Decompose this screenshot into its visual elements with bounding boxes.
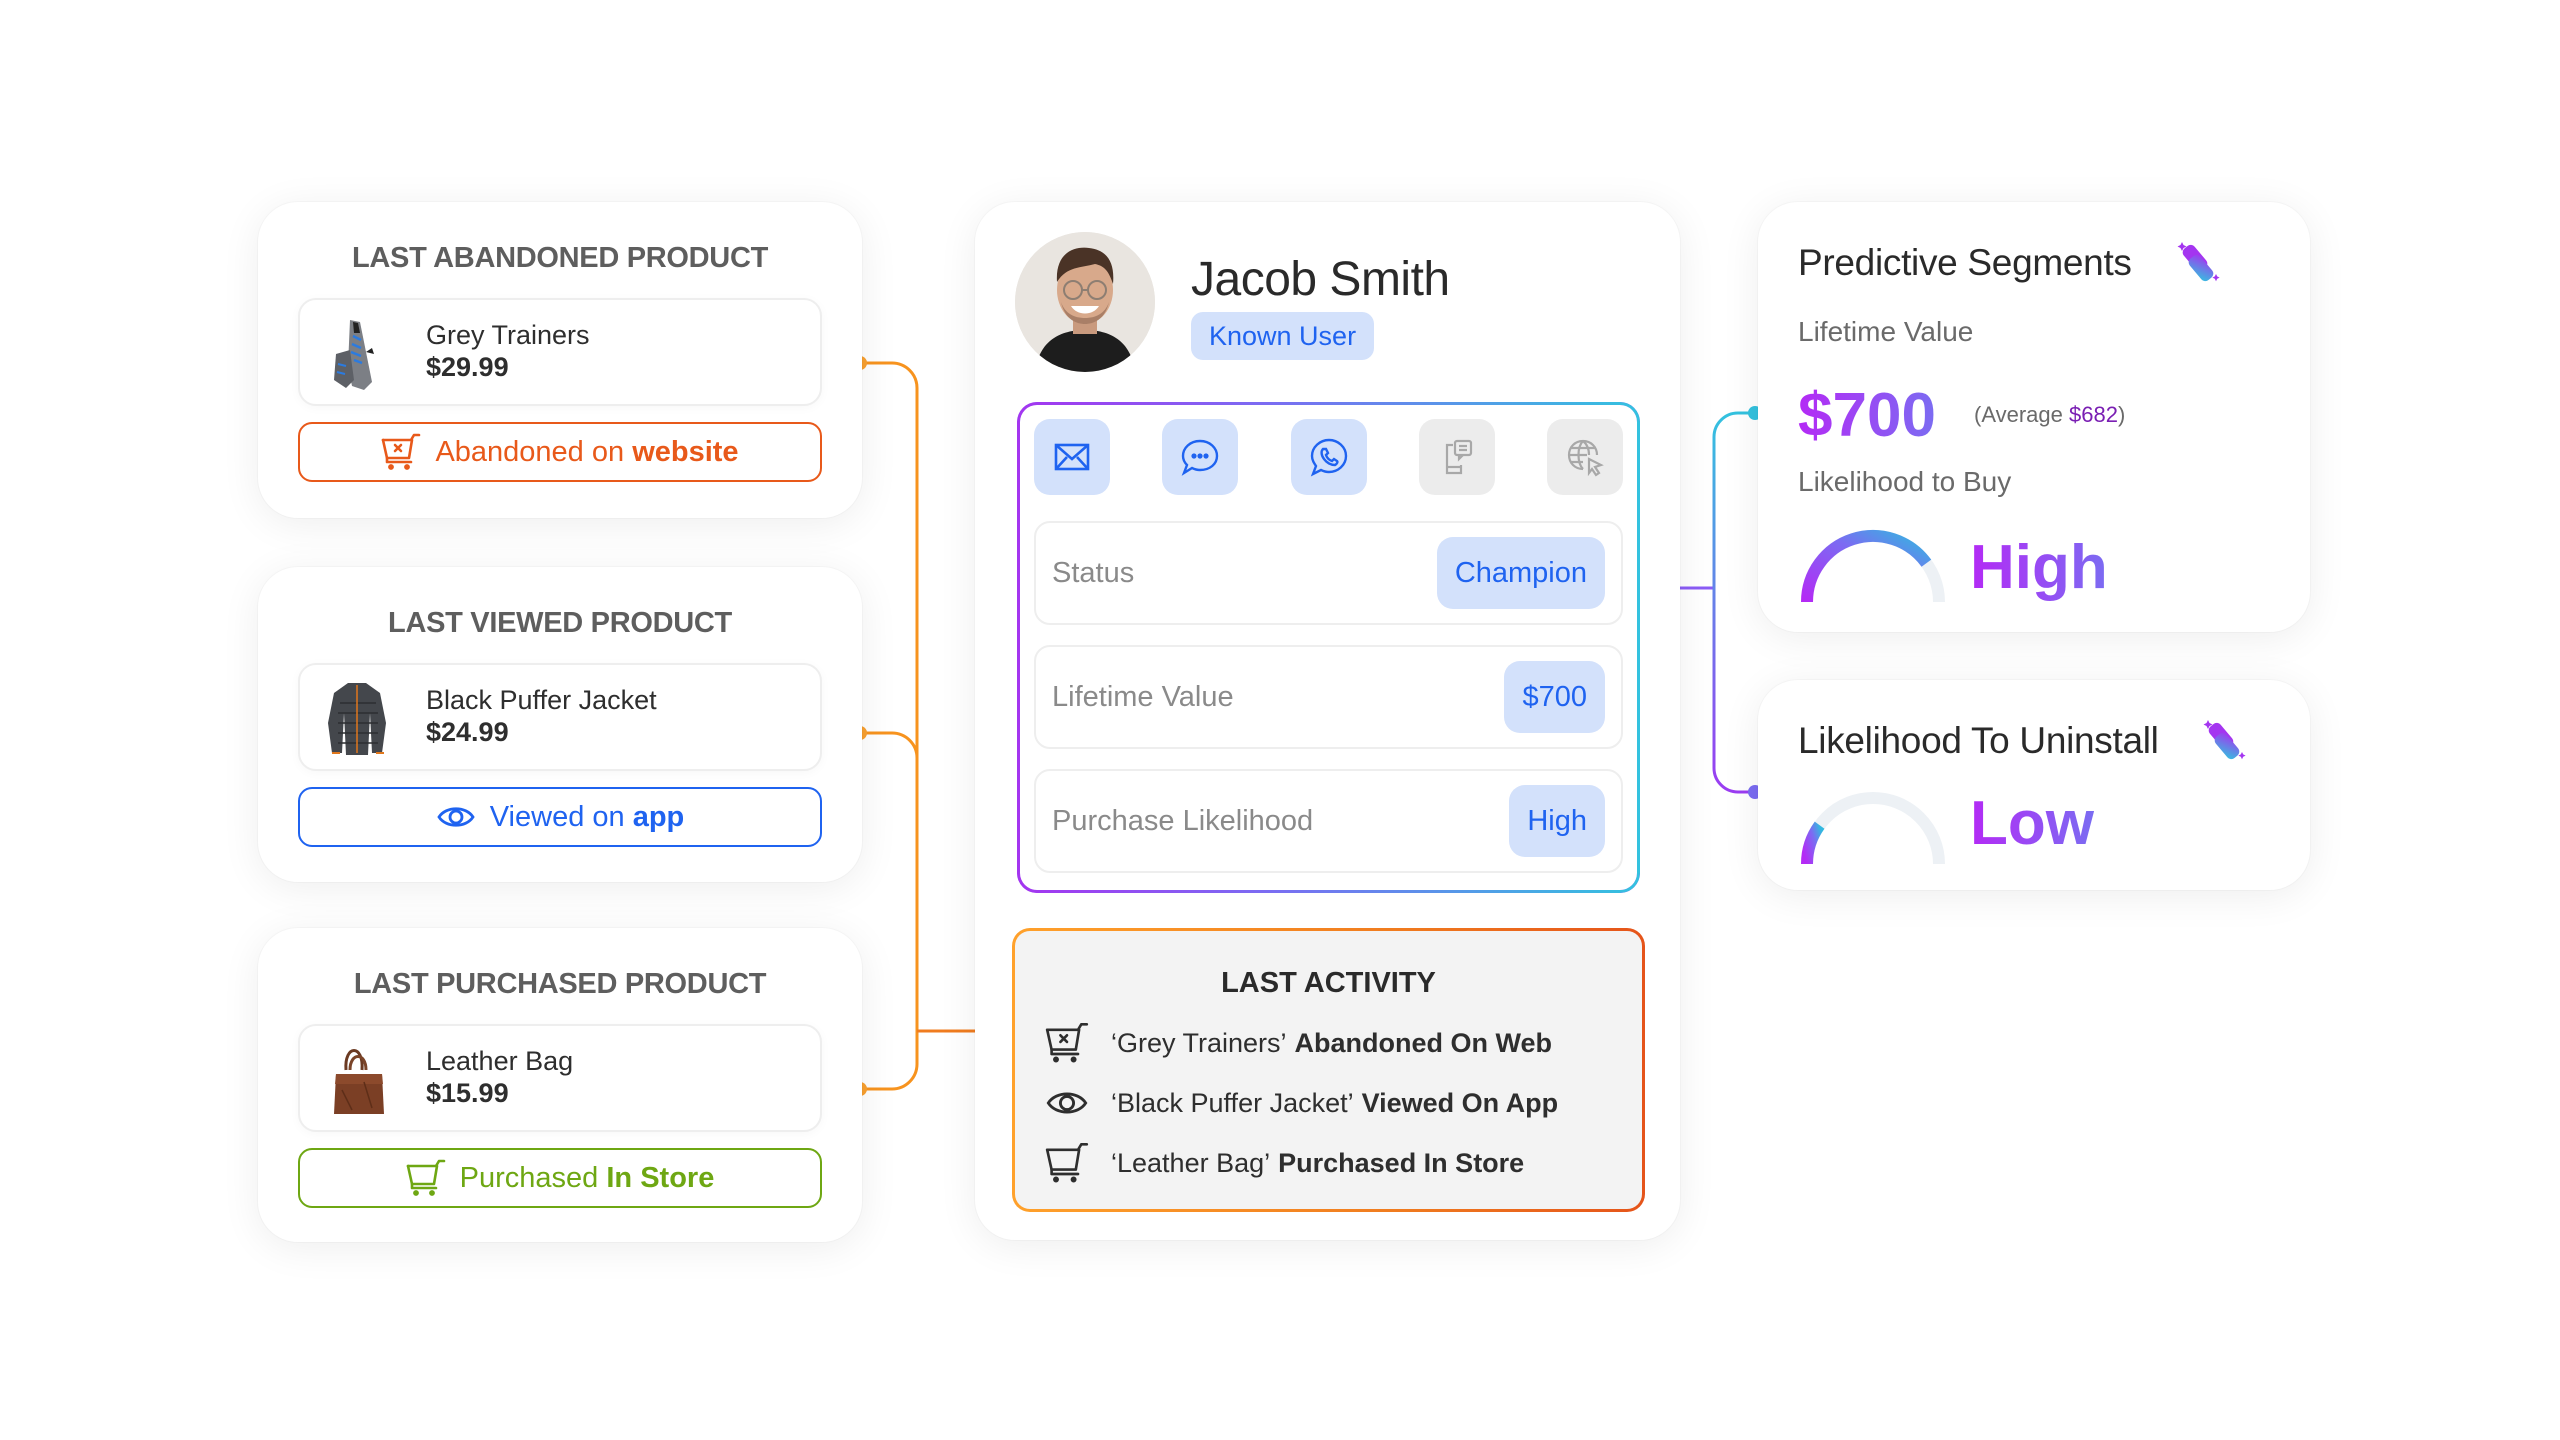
ai-sparkle-icon	[2203, 720, 2246, 760]
cart-icon	[406, 1159, 445, 1196]
whatsapp-icon	[1310, 438, 1347, 477]
eye-icon	[1046, 1092, 1088, 1114]
attribute-label: Lifetime Value	[1052, 680, 1234, 713]
channel-chat[interactable]	[1162, 419, 1239, 495]
buy-likelihood-label: Likelihood to Buy	[1798, 466, 2012, 497]
last-activity-panel: LAST ACTIVITY ‘Grey Trainers’ Abandoned O…	[1012, 928, 1645, 1212]
viewed-product-card: LAST VIEWED PRODUCT Black Puffer Jacket …	[258, 567, 862, 882]
activity-item[interactable]: ‘Leather Bag’ Purchased In Store	[1045, 1141, 1622, 1185]
activity-item[interactable]: ‘Grey Trainers’ Abandoned On Web	[1045, 1021, 1622, 1065]
viewed-status-button[interactable]: Viewed on app	[298, 787, 822, 847]
channel-email[interactable]	[1034, 419, 1110, 495]
user-name: Jacob Smith	[1191, 253, 1450, 306]
product-price: $29.99	[426, 352, 509, 382]
purchased-product-card: LAST PURCHASED PRODUCT Leather Bag $15.9…	[258, 928, 862, 1242]
connector-segments	[1712, 411, 1755, 794]
channel-icons-row	[1034, 419, 1623, 497]
cart-abandoned-icon	[1045, 1022, 1089, 1063]
buy-likelihood-value: High	[1970, 533, 2108, 602]
gauge-track	[1801, 792, 1945, 865]
product-item[interactable]: Grey Trainers $29.99	[298, 298, 822, 406]
attribute-row-lifetime-value: Lifetime Value $700	[1034, 645, 1623, 749]
sneaker-image	[334, 320, 374, 390]
activity-item[interactable]: ‘Black Puffer Jacket’ Viewed On App	[1045, 1081, 1622, 1125]
user-photo	[1015, 232, 1155, 372]
card-title: Predictive Segments	[1798, 242, 2132, 283]
ltv-average: (Average $682)	[1974, 402, 2126, 427]
connector-viewed	[860, 731, 919, 759]
status-text: Purchased In Store	[459, 1161, 715, 1194]
status-text: Abandoned on website	[435, 435, 739, 468]
status-text: Viewed on app	[489, 800, 685, 833]
channels-panel: Status Champion Lifetime Value $700 Purc…	[1017, 402, 1640, 893]
attribute-row-purchase-likelihood: Purchase Likelihood High	[1034, 769, 1623, 873]
bag-image	[334, 1049, 384, 1114]
uninstall-likelihood-gauge	[1801, 792, 1945, 865]
channel-web-push[interactable]	[1547, 419, 1623, 495]
jacket-image	[328, 683, 386, 755]
product-name: Black Puffer Jacket	[426, 685, 657, 715]
abandoned-status-button[interactable]: Abandoned on website	[298, 422, 822, 482]
ltv-label: Lifetime Value	[1798, 316, 1974, 347]
connector-abandoned	[860, 361, 919, 1091]
eye-icon	[437, 807, 475, 827]
gauge-fill	[1801, 530, 1932, 603]
purchased-status-button[interactable]: Purchased In Store	[298, 1148, 822, 1208]
product-price: $24.99	[426, 717, 509, 747]
uninstall-likelihood-value: Low	[1970, 789, 2094, 858]
channel-whatsapp[interactable]	[1290, 419, 1367, 495]
user-profile-card: Jacob Smith Known User Status Champion L…	[975, 202, 1680, 1240]
email-icon	[1054, 443, 1090, 471]
card-title: LAST VIEWED PRODUCT	[388, 607, 732, 639]
uninstall-likelihood-card: Likelihood To Uninstall Low	[1758, 680, 2310, 890]
activity-title: LAST ACTIVITY	[1221, 967, 1436, 999]
sms-phone-icon	[1445, 439, 1472, 475]
attribute-label: Purchase Likelihood	[1052, 804, 1314, 837]
product-item[interactable]: Black Puffer Jacket $24.99	[298, 663, 822, 771]
predictive-segments-card: Predictive Segments Lifetime Value $700 …	[1758, 202, 2310, 632]
attribute-value: High	[1509, 785, 1605, 857]
product-price: $15.99	[426, 1078, 509, 1108]
card-title: LAST ABANDONED PRODUCT	[351, 242, 769, 274]
attribute-value: Champion	[1436, 537, 1605, 609]
abandoned-product-card: LAST ABANDONED PRODUCT Grey Trainers $29…	[258, 202, 862, 518]
channel-sms[interactable]	[1418, 419, 1495, 495]
product-name: Grey Trainers	[426, 320, 590, 350]
product-name: Leather Bag	[426, 1046, 574, 1076]
known-user-badge: Known User	[1191, 312, 1375, 360]
web-push-globe-icon	[1567, 439, 1604, 477]
card-title: Likelihood To Uninstall	[1798, 720, 2159, 761]
card-title: LAST PURCHASED PRODUCT	[353, 968, 767, 1000]
gauge-track	[1801, 530, 1945, 603]
avatar[interactable]	[1015, 232, 1155, 372]
ai-sparkle-icon	[2177, 242, 2220, 282]
attribute-label: Status	[1052, 556, 1135, 589]
ltv-value: $700	[1798, 381, 1936, 450]
cart-abandoned-icon	[382, 433, 421, 470]
product-item[interactable]: Leather Bag $15.99	[298, 1024, 822, 1132]
buy-likelihood-gauge	[1801, 530, 1945, 603]
chat-bubble-icon	[1181, 439, 1219, 476]
attribute-row-status: Status Champion	[1034, 521, 1623, 625]
cart-icon	[1045, 1142, 1089, 1183]
attribute-value: $700	[1504, 661, 1605, 733]
